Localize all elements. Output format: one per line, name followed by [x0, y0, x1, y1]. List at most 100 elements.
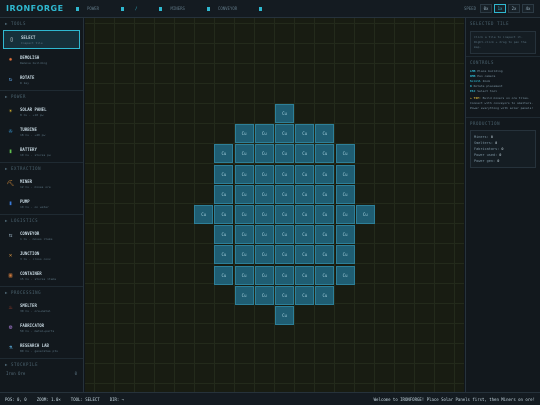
ore-tile[interactable]: Cu	[355, 205, 375, 224]
ore-tile[interactable]: Cu	[295, 124, 315, 144]
tool-demolish[interactable]: ✸ DEMOLISH Remove building	[3, 50, 80, 69]
ore-tile[interactable]: Cu	[275, 184, 294, 204]
ore-tile[interactable]: Cu	[295, 245, 315, 265]
ore-tile[interactable]: Cu	[234, 265, 254, 285]
ore-tile[interactable]: Cu	[214, 245, 234, 265]
ore-tile[interactable]: Cu	[254, 225, 274, 245]
ore-tile[interactable]: Cu	[315, 184, 335, 204]
ore-tile[interactable]: Cu	[275, 245, 294, 265]
tool-conveyor[interactable]: ⇆ CONVEYOR 1 Cu · moves items	[3, 226, 80, 245]
ore-tile[interactable]: Cu	[335, 265, 355, 285]
ore-tile[interactable]: Cu	[254, 124, 274, 144]
ore-tile[interactable]: Cu	[315, 245, 335, 265]
ore-tile[interactable]: Cu	[275, 306, 294, 325]
tool-name: BATTERY	[20, 146, 37, 152]
ore-tile[interactable]: Cu	[275, 205, 294, 224]
tool-research-lab[interactable]: ⚗ RESEARCH LAB 80 Cu · generates pts	[3, 338, 80, 357]
ore-tile[interactable]: Cu	[335, 205, 355, 224]
tip-text: ★ TIP: Build miners on ore tiles. Connec…	[470, 96, 534, 110]
tool-miner[interactable]: ⛏ MINER 12 Cu · mines ore	[3, 174, 80, 193]
tool-name: FABRICATOR	[20, 322, 45, 328]
ore-tile[interactable]: Cu	[295, 265, 315, 285]
tool-container[interactable]: ▣ CONTAINER 15 Cu · stores items	[3, 266, 80, 285]
ore-tile[interactable]: Cu	[214, 164, 234, 184]
speed-button-0x[interactable]: 0x	[480, 4, 492, 13]
speed-button-1x[interactable]: 1x	[494, 4, 506, 13]
ore-tile[interactable]: Cu	[214, 184, 234, 204]
ore-tile[interactable]: Cu	[335, 164, 355, 184]
ore-tile[interactable]: Cu	[234, 245, 254, 265]
ore-tile[interactable]: Cu	[275, 124, 294, 144]
ore-tile[interactable]: Cu	[275, 225, 294, 245]
ore-tile[interactable]: Cu	[295, 164, 315, 184]
ore-tile[interactable]: Cu	[275, 144, 294, 164]
ore-tile[interactable]: Cu	[315, 285, 335, 305]
tool-text: PUMP 10 Cu · on water	[20, 199, 49, 209]
ore-tile[interactable]: Cu	[335, 144, 355, 164]
ore-tile[interactable]: Cu	[295, 225, 315, 245]
ore-tile[interactable]: Cu	[234, 164, 254, 184]
tool-select[interactable]: ▯ SELECT Inspect tile	[3, 30, 80, 49]
ore-tile[interactable]: Cu	[234, 144, 254, 164]
junction-icon: ✕	[8, 252, 13, 259]
stat-2: MINERS	[159, 6, 185, 11]
tool-pump[interactable]: ▮ PUMP 10 Cu · on water	[3, 194, 80, 213]
speed-button-2x[interactable]: 2x	[508, 4, 520, 13]
ore-tile[interactable]: Cu	[194, 205, 214, 224]
ore-tile[interactable]: Cu	[275, 285, 294, 305]
ore-tile[interactable]: Cu	[315, 265, 335, 285]
tool-smelter[interactable]: ♨ SMELTER 30 Cu · ore→metal	[3, 298, 80, 317]
map-grid[interactable]: Cu Cu Cu Cu Cu Cu Cu Cu Cu Cu Cu Cu Cu Cu Cu Cu Cu Cu Cu Cu…	[85, 18, 464, 392]
ore-tile[interactable]: Cu	[254, 285, 274, 305]
ore-tile[interactable]: Cu	[234, 205, 254, 224]
production-value: 0	[497, 159, 500, 163]
ore-tile[interactable]: Cu	[295, 205, 315, 224]
ore-tile[interactable]: Cu	[254, 205, 274, 224]
tool-battery[interactable]: ▮ BATTERY 10 Cu · stores pw	[3, 142, 80, 161]
ore-tile[interactable]: Cu	[254, 265, 274, 285]
tip-label: ★ TIP:	[470, 96, 481, 100]
ore-tile[interactable]: Cu	[275, 104, 294, 123]
speed-label: SPEED	[463, 6, 476, 11]
tool-fabricator[interactable]: ⚙ FABRICATOR 50 Cu · metal→parts	[3, 318, 80, 337]
ore-tile[interactable]: Cu	[275, 265, 294, 285]
ore-tile[interactable]: Cu	[315, 205, 335, 224]
tool-desc: 30 Cu · ore→metal	[20, 308, 51, 313]
ore-tile[interactable]: Cu	[335, 184, 355, 204]
ore-tile[interactable]: Cu	[214, 265, 234, 285]
ore-tile[interactable]: Cu	[234, 124, 254, 144]
ore-tile[interactable]: Cu	[254, 245, 274, 265]
control-key: Scroll	[470, 79, 481, 83]
tool-name: CONVEYOR	[20, 230, 40, 236]
ore-tile[interactable]: Cu	[315, 225, 335, 245]
ore-tile[interactable]: Cu	[295, 144, 315, 164]
ore-tile[interactable]: Cu	[234, 184, 254, 204]
controls-list: LMB Place building RMB Pan camera Scroll Z…	[466, 67, 540, 94]
ore-tile[interactable]: Cu	[234, 225, 254, 245]
ore-tile[interactable]: Cu	[234, 285, 254, 305]
tool-text: FABRICATOR 50 Cu · metal→parts	[20, 323, 54, 333]
tool-turbine[interactable]: ✇ TURBINE 18 Cu · +40 pw	[3, 122, 80, 141]
ore-tile[interactable]: Cu	[254, 184, 274, 204]
ore-tile[interactable]: Cu	[254, 164, 274, 184]
ore-tile[interactable]: Cu	[335, 225, 355, 245]
ore-tile[interactable]: Cu	[275, 164, 294, 184]
ore-tile[interactable]: Cu	[315, 124, 335, 144]
ore-tile[interactable]: Cu	[295, 184, 315, 204]
selected-tile-box: Click a tile to inspect it. Right-click …	[470, 31, 536, 54]
tool-junction[interactable]: ✕ JUNCTION 3 Cu · cross conv	[3, 246, 80, 265]
ore-tile[interactable]: Cu	[254, 144, 274, 164]
tool-text: JUNCTION 3 Cu · cross conv	[20, 251, 51, 261]
stat-label: CONVEYOR	[217, 6, 238, 11]
ore-tile[interactable]: Cu	[315, 164, 335, 184]
tool-rotate[interactable]: ↻ ROTATE R key	[3, 70, 80, 89]
ore-tile[interactable]: Cu	[315, 144, 335, 164]
ore-tile[interactable]: Cu	[214, 144, 234, 164]
ore-tile[interactable]: Cu	[214, 205, 234, 224]
stat-1: /	[121, 6, 137, 11]
ore-tile[interactable]: Cu	[335, 245, 355, 265]
speed-button-4x[interactable]: 4x	[522, 4, 534, 13]
tool-solar-panel[interactable]: ☀ SOLAR PANEL 8 Cu · +10 pw	[3, 102, 80, 121]
ore-tile[interactable]: Cu	[295, 285, 315, 305]
ore-tile[interactable]: Cu	[214, 225, 234, 245]
